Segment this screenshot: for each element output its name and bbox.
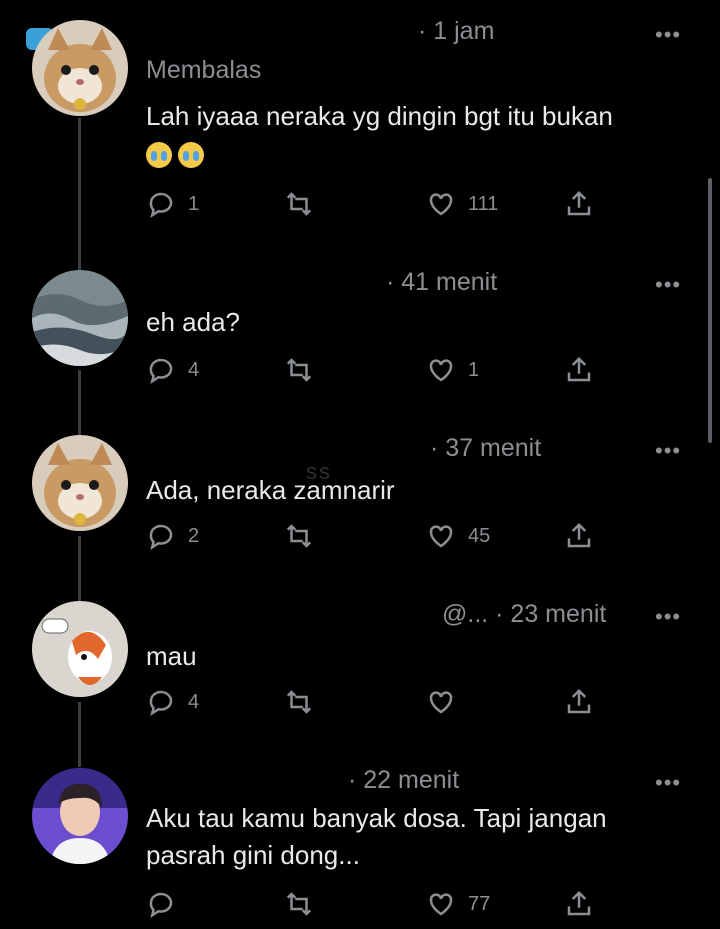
share-button[interactable] — [564, 516, 594, 556]
crying-emoji-icon — [178, 142, 204, 169]
reply-icon — [149, 524, 173, 550]
tweet-time: · 22 menit — [348, 766, 460, 794]
tweet[interactable]: · 1 jam ••• Membalas Lah iyaaa neraka yg… — [0, 0, 720, 250]
tweet-time: · 41 menit — [386, 268, 498, 296]
like-button[interactable]: 111 — [426, 184, 498, 224]
reply-icon — [149, 690, 173, 716]
tweet-text: Aku tau kamu banyak dosa. Tapi jangan pa… — [146, 800, 686, 874]
reply-button[interactable]: 4 — [146, 682, 199, 722]
tweet[interactable]: · 41 menit ••• eh ada? 4 1 — [0, 250, 720, 418]
crying-emoji-row — [146, 135, 686, 172]
tweet-time: · 37 menit — [430, 434, 542, 462]
like-button[interactable]: 1 — [426, 350, 479, 390]
like-count: 77 — [468, 892, 491, 915]
tweet-text: Ada, neraka zamnarir — [146, 475, 395, 505]
tweet-actions: 2 45 — [146, 516, 616, 556]
retweet-icon — [286, 358, 312, 382]
like-count: 1 — [468, 358, 480, 381]
tweet[interactable]: @... · 23 menit ••• mau 4 — [0, 584, 720, 750]
tweet-text-line: pasrah gini dong... — [146, 840, 360, 870]
reply-count: 2 — [188, 524, 200, 547]
reply-icon — [149, 892, 173, 918]
retweet-icon — [286, 690, 312, 714]
share-button[interactable] — [564, 682, 594, 722]
person-avatar-icon[interactable] — [32, 768, 128, 864]
retweet-button[interactable] — [284, 516, 314, 556]
like-count: 45 — [468, 524, 491, 547]
tweet-actions: 4 1 — [146, 350, 616, 390]
share-icon — [567, 190, 591, 216]
reply-count: 1 — [188, 192, 200, 215]
reply-count: 4 — [188, 690, 200, 713]
tweet-text: Lah iyaaa neraka yg dingin bgt itu bukan — [146, 98, 686, 172]
heart-icon — [429, 359, 453, 382]
reply-count: 4 — [188, 358, 200, 381]
tweet-text-line: Aku tau kamu banyak dosa. Tapi jangan — [146, 803, 607, 833]
tweet[interactable]: · 22 menit ••• Aku tau kamu banyak dosa.… — [0, 750, 720, 929]
heart-icon — [429, 893, 453, 916]
share-icon — [567, 522, 591, 548]
tweet-text: eh ada? — [146, 307, 240, 337]
tweet-text-line: Lah iyaaa neraka yg dingin bgt itu bukan — [146, 101, 613, 131]
more-options-icon[interactable]: ••• — [655, 22, 681, 48]
retweet-button[interactable] — [284, 350, 314, 390]
reply-button[interactable] — [146, 884, 188, 924]
reply-button[interactable]: 2 — [146, 516, 199, 556]
share-icon — [567, 688, 591, 714]
share-icon — [567, 890, 591, 916]
heart-icon — [429, 691, 453, 714]
like-button[interactable]: 45 — [426, 516, 490, 556]
reply-icon — [149, 358, 173, 384]
share-button[interactable] — [564, 184, 594, 224]
retweet-button[interactable] — [284, 682, 314, 722]
like-count: 111 — [468, 192, 499, 215]
retweet-button[interactable] — [284, 184, 314, 224]
tweet-actions: 4 — [146, 682, 616, 722]
reply-icon — [149, 192, 173, 218]
reply-button[interactable]: 4 — [146, 350, 199, 390]
more-options-icon[interactable]: ••• — [655, 770, 681, 796]
tweet[interactable]: · 37 menit ••• Ada, neraka zamnarir 2 45 — [0, 418, 720, 584]
share-icon — [567, 356, 591, 382]
tweet-text: mau — [146, 641, 197, 671]
heart-icon — [429, 525, 453, 548]
tweet-actions: 1 111 — [146, 184, 616, 224]
more-options-icon[interactable]: ••• — [655, 604, 681, 630]
more-options-icon[interactable]: ••• — [655, 438, 681, 464]
crying-emoji-icon — [146, 142, 172, 169]
retweet-icon — [286, 192, 312, 216]
ocean-avatar-icon[interactable] — [32, 270, 128, 366]
cat-avatar-icon[interactable] — [32, 435, 128, 531]
retweet-button[interactable] — [284, 884, 314, 924]
heart-icon — [429, 193, 453, 216]
tweet-time: @... · 23 menit — [442, 600, 607, 628]
share-button[interactable] — [564, 350, 594, 390]
fish-avatar-icon[interactable] — [32, 601, 128, 697]
reply-button[interactable]: 1 — [146, 184, 199, 224]
retweet-icon — [286, 524, 312, 548]
share-button[interactable] — [564, 884, 594, 924]
retweet-icon — [286, 892, 312, 916]
cat-avatar-icon[interactable] — [32, 20, 128, 116]
more-options-icon[interactable]: ••• — [655, 272, 681, 298]
like-button[interactable] — [426, 682, 468, 722]
replying-to-label: Membalas — [146, 56, 262, 84]
tweet-actions: 77 — [146, 884, 616, 924]
like-button[interactable]: 77 — [426, 884, 490, 924]
tweet-time: · 1 jam — [418, 17, 495, 45]
